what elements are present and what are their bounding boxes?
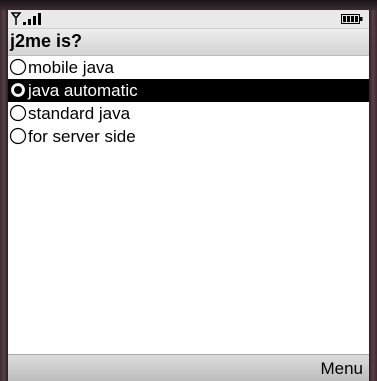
radio-unchecked-icon[interactable] <box>9 58 27 76</box>
choice-item-java-automatic[interactable]: java automatic <box>8 79 369 102</box>
choice-label: java automatic <box>28 81 138 100</box>
choice-item-for-server-side[interactable]: for server side <box>8 125 369 148</box>
menu-softkey[interactable]: Menu <box>320 359 363 379</box>
phone-screen: j2me is? mobile java java automatic stan… <box>8 10 369 381</box>
radio-unchecked-icon[interactable] <box>9 104 27 122</box>
choice-label: standard java <box>28 104 131 123</box>
choice-item-standard-java[interactable]: standard java <box>8 102 369 125</box>
screen-title: j2me is? <box>10 31 83 51</box>
softkey-bar: Menu <box>8 354 369 381</box>
status-bar <box>8 10 369 29</box>
choice-item-mobile-java[interactable]: mobile java <box>8 56 369 79</box>
choice-label: mobile java <box>28 58 114 77</box>
top-bezel <box>0 0 377 10</box>
signal-strength-icon <box>11 12 41 25</box>
radio-checked-icon[interactable] <box>9 81 27 99</box>
title-bar: j2me is? <box>8 29 369 56</box>
radio-unchecked-icon[interactable] <box>9 127 27 145</box>
battery-icon <box>341 14 363 24</box>
choice-label: for server side <box>28 127 136 146</box>
choice-group: mobile java java automatic standard java <box>8 56 369 148</box>
phone-frame: j2me is? mobile java java automatic stan… <box>0 0 377 381</box>
